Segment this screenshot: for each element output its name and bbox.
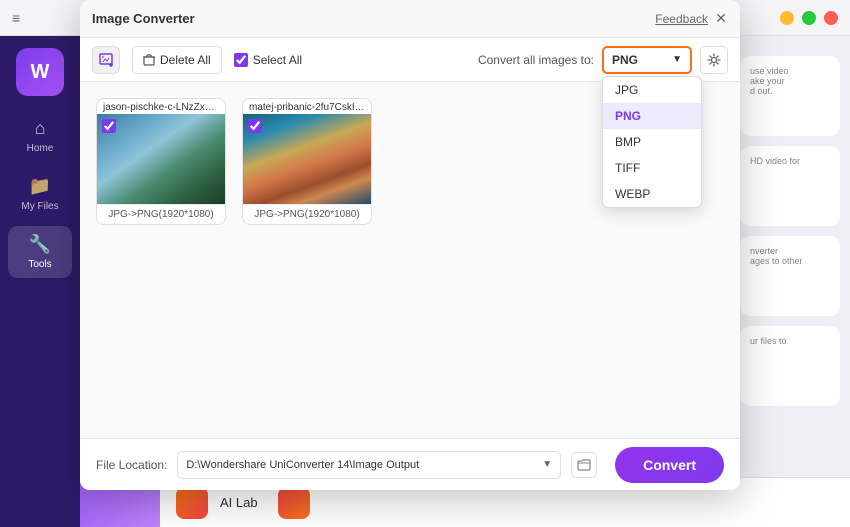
- settings-button[interactable]: [700, 46, 728, 74]
- add-icon: [99, 53, 113, 67]
- logo-text: W: [31, 61, 50, 84]
- format-option-webp[interactable]: WEBP: [603, 181, 701, 207]
- dialog-footer: File Location: D:\Wondershare UniConvert…: [80, 438, 740, 490]
- selected-format: PNG: [612, 53, 638, 67]
- aerial-overlay: [243, 114, 372, 204]
- convert-all-label: Convert all images to:: [478, 53, 594, 67]
- path-dropdown-arrow[interactable]: ▼: [542, 459, 552, 470]
- image-card-2: matej-pribanic-2fu7CskIT... JPG->PNG(192…: [242, 98, 372, 225]
- format-option-tiff[interactable]: TIFF: [603, 155, 701, 181]
- maximize-button[interactable]: [802, 11, 816, 25]
- app-logo: W: [16, 48, 64, 96]
- card-checkbox-2[interactable]: [248, 119, 262, 133]
- bg-card-2: HD video for: [740, 146, 840, 226]
- file-path-display: D:\Wondershare UniConverter 14\Image Out…: [177, 451, 561, 479]
- folder-icon: [577, 459, 591, 471]
- feedback-link[interactable]: Feedback: [655, 12, 708, 26]
- bg-card-4: ur files to: [740, 326, 840, 406]
- select-all-container: Select All: [234, 53, 302, 67]
- card-checkbox-1[interactable]: [102, 119, 116, 133]
- image-label-1: JPG->PNG(1920*1080): [97, 204, 225, 224]
- image-card-1: jason-pischke-c-LNzZxJtZ... JPG->PNG(192…: [96, 98, 226, 225]
- format-option-png[interactable]: PNG: [603, 103, 701, 129]
- ai-lab-icon-2: [278, 487, 310, 519]
- select-all-label: Select All: [253, 53, 302, 67]
- tools-icon: 🔧: [29, 234, 51, 255]
- bg-card-3: nverterages to other: [740, 236, 840, 316]
- delete-icon: [143, 54, 155, 66]
- image-label-2: JPG->PNG(1920*1080): [243, 204, 371, 224]
- sidebar-item-myfiles[interactable]: 📁 My Files: [8, 168, 72, 220]
- delete-all-label: Delete All: [160, 53, 211, 67]
- sidebar-item-tools[interactable]: 🔧 Tools: [8, 226, 72, 278]
- dialog-titlebar: Image Converter Feedback ✕: [80, 0, 740, 38]
- sidebar-item-home[interactable]: ⌂ Home: [8, 110, 72, 162]
- image-thumb-1: [97, 114, 226, 204]
- settings-icon: [707, 53, 721, 67]
- dialog-title: Image Converter: [92, 11, 195, 26]
- image-thumb-2: [243, 114, 372, 204]
- home-icon: ⌂: [35, 118, 46, 139]
- waterfall-overlay: [97, 114, 226, 204]
- add-image-button[interactable]: [92, 46, 120, 74]
- ai-lab-icon: [176, 487, 208, 519]
- toolbar-right: Convert all images to: PNG ▼ JPG PNG BMP…: [478, 46, 728, 74]
- sidebar: W ⌂ Home 📁 My Files 🔧 Tools: [0, 36, 80, 527]
- hamburger-icon: ≡: [12, 10, 20, 26]
- sidebar-label-myfiles: My Files: [21, 201, 58, 212]
- bg-card-1: use videoake yourd out.: [740, 56, 840, 136]
- file-path-text: D:\Wondershare UniConverter 14\Image Out…: [186, 459, 538, 471]
- close-button[interactable]: [824, 11, 838, 25]
- image-converter-dialog: Image Converter Feedback ✕ Delete All: [80, 0, 740, 490]
- background-cards: use videoake yourd out. HD video for nve…: [740, 56, 840, 467]
- select-all-checkbox[interactable]: [234, 53, 248, 67]
- waterfall-thumbnail: [97, 114, 226, 204]
- files-icon: 📁: [29, 176, 51, 197]
- image-filename-1: jason-pischke-c-LNzZxJtZ...: [97, 99, 225, 114]
- file-location-label: File Location:: [96, 458, 167, 472]
- format-select-button[interactable]: PNG ▼: [602, 46, 692, 74]
- format-dropdown: PNG ▼ JPG PNG BMP TIFF WEBP: [602, 46, 692, 74]
- browse-folder-button[interactable]: [571, 452, 597, 478]
- minimize-button[interactable]: [780, 11, 794, 25]
- sidebar-label-tools: Tools: [28, 259, 51, 270]
- aerial-thumbnail: [243, 114, 372, 204]
- format-option-bmp[interactable]: BMP: [603, 129, 701, 155]
- format-option-jpg[interactable]: JPG: [603, 77, 701, 103]
- sidebar-label-home: Home: [27, 143, 54, 154]
- dialog-toolbar: Delete All Select All Convert all images…: [80, 38, 740, 82]
- ai-lab-label: AI Lab: [220, 495, 258, 510]
- delete-all-button[interactable]: Delete All: [132, 46, 222, 74]
- dialog-close-button[interactable]: ✕: [712, 10, 730, 28]
- image-filename-2: matej-pribanic-2fu7CskIT...: [243, 99, 371, 114]
- convert-button[interactable]: Convert: [615, 447, 724, 483]
- dropdown-arrow-icon: ▼: [672, 54, 682, 65]
- format-dropdown-menu: JPG PNG BMP TIFF WEBP: [602, 76, 702, 208]
